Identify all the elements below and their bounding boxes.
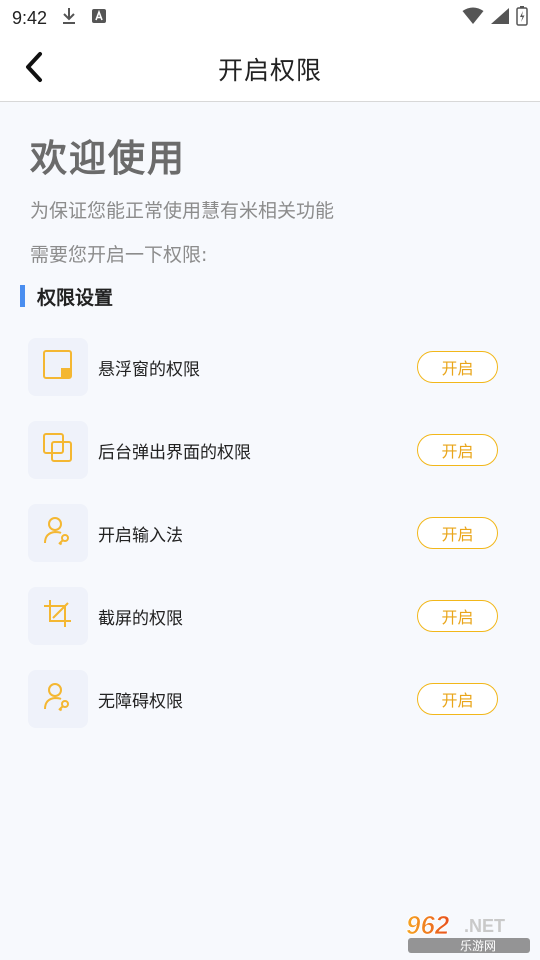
- permission-label: 悬浮窗的权限: [98, 359, 200, 380]
- status-time: 9:42: [12, 7, 48, 28]
- crop-icon: [42, 598, 74, 634]
- permission-label: 后台弹出界面的权限: [98, 442, 251, 463]
- enable-button[interactable]: 开启: [417, 517, 498, 549]
- enable-button[interactable]: 开启: [417, 683, 498, 715]
- intro-line-2: 需要您开启一下权限:: [30, 244, 208, 266]
- download-icon: [61, 7, 77, 29]
- status-icons-left: [61, 7, 107, 29]
- permission-item-accessibility: 无障碍权限 开启: [28, 670, 508, 728]
- header: 开启权限: [0, 36, 540, 102]
- svg-text:乐游网: 乐游网: [460, 939, 496, 953]
- cell-signal-icon: [490, 7, 510, 29]
- user-key-icon: [42, 515, 74, 551]
- permission-item-screenshot: 截屏的权限 开启: [28, 587, 508, 645]
- page-title: 开启权限: [217, 56, 322, 85]
- user-key-icon: [42, 681, 74, 717]
- floating-window-icon: [42, 349, 74, 385]
- section-accent-bar: [20, 285, 25, 307]
- permission-icon-box: [28, 421, 88, 479]
- permission-label: 开启输入法: [98, 525, 183, 546]
- intro-line-1: 为保证您能正常使用慧有米相关功能: [30, 200, 335, 222]
- enable-button[interactable]: 开启: [417, 351, 498, 383]
- status-icons-right: [462, 6, 528, 30]
- section-header: 权限设置: [20, 284, 114, 309]
- permission-icon-box: [28, 504, 88, 562]
- welcome-heading: 欢迎使用: [30, 137, 186, 180]
- section-title: 权限设置: [37, 286, 114, 309]
- permission-item-floating-window: 悬浮窗的权限 开启: [28, 338, 508, 396]
- enable-button[interactable]: 开启: [417, 434, 498, 466]
- permission-icon-box: [28, 587, 88, 645]
- permission-label: 无障碍权限: [98, 691, 183, 712]
- watermark-logo: 962 .NET 乐游网: [404, 910, 534, 954]
- wifi-icon: [462, 7, 484, 29]
- permission-item-background-popup: 后台弹出界面的权限 开启: [28, 421, 508, 479]
- enable-button[interactable]: 开启: [417, 600, 498, 632]
- permission-item-input-method: 开启输入法 开启: [28, 504, 508, 562]
- overlapping-windows-icon: [42, 432, 74, 468]
- svg-text:962: 962: [406, 910, 450, 940]
- battery-icon: [516, 6, 528, 30]
- permission-icon-box: [28, 338, 88, 396]
- status-bar: 9:42: [0, 0, 540, 36]
- permission-icon-box: [28, 670, 88, 728]
- a-notification-icon: [91, 8, 107, 28]
- permission-label: 截屏的权限: [98, 608, 183, 629]
- svg-text:.NET: .NET: [464, 916, 505, 936]
